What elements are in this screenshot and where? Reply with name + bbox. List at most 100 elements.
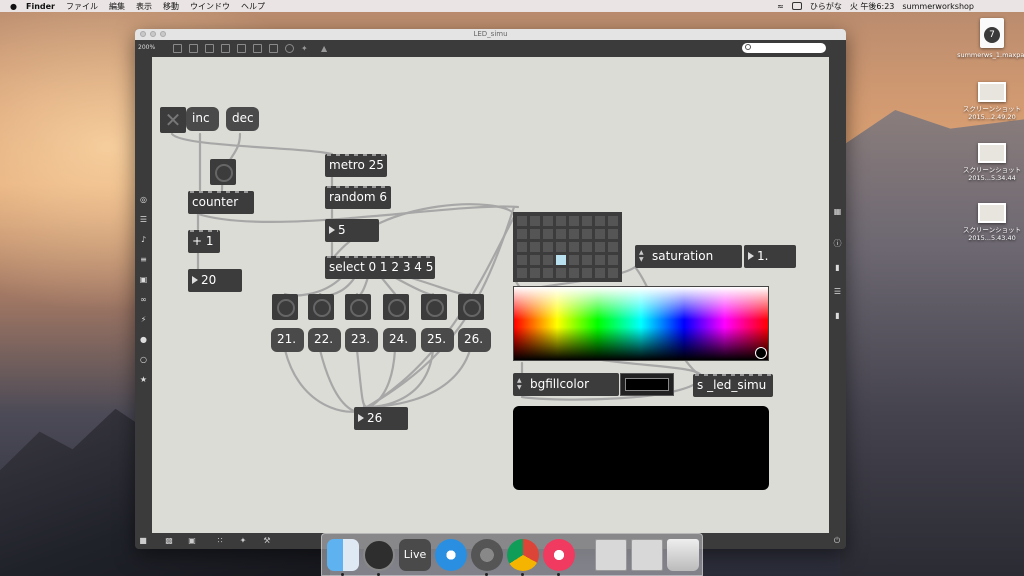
dec-message[interactable]: dec <box>226 107 259 131</box>
window-titlebar[interactable]: LED_simu <box>135 29 846 40</box>
apple-menu-icon[interactable]: ● <box>10 2 20 11</box>
grid-dots-icon[interactable]: ∷ <box>215 536 225 546</box>
lock-icon[interactable]: ■ <box>138 536 148 546</box>
wifi-icon[interactable]: ≈ <box>777 2 784 11</box>
value-message-0[interactable]: 21. <box>271 328 304 352</box>
menu-window[interactable]: ウインドウ <box>190 1 230 12</box>
reference-icon[interactable]: ▮ <box>833 311 842 320</box>
desktop-item-screenshot-1[interactable]: スクリーンショット 2015...2.49.20 <box>955 82 1024 121</box>
matrix-cell[interactable] <box>582 255 592 265</box>
result-number-box[interactable]: 26 <box>354 407 408 430</box>
matrix-cell[interactable] <box>556 216 566 226</box>
wrench-icon[interactable]: ⚒ <box>262 536 272 546</box>
trash-icon[interactable] <box>667 539 699 571</box>
matrix-cell[interactable] <box>543 242 553 252</box>
matrix-cell[interactable] <box>530 268 540 278</box>
bang-button-0[interactable] <box>272 294 298 320</box>
list-icon[interactable]: ☰ <box>139 215 148 224</box>
desktop-item-screenshot-2[interactable]: スクリーンショット 2015...5.34.44 <box>955 143 1024 182</box>
saturation-menu[interactable]: ▲ ▼ saturation <box>635 245 742 268</box>
led-matrix[interactable] <box>513 212 622 282</box>
star-icon[interactable]: ★ <box>139 375 148 384</box>
desktop-item-maxpat[interactable]: 7 summerws_1.maxpat <box>955 18 1024 59</box>
random-object[interactable]: random 6 <box>325 186 391 209</box>
clip-icon[interactable]: ∞ <box>139 295 148 304</box>
power-icon[interactable]: ⏻ <box>832 536 842 546</box>
bang-button-3[interactable] <box>383 294 409 320</box>
value-message-1[interactable]: 22. <box>308 328 341 352</box>
image-icon[interactable]: ▣ <box>139 275 148 284</box>
random-number-box[interactable]: 5 <box>325 219 379 242</box>
matrix-cell[interactable] <box>595 242 605 252</box>
matrix-cell[interactable] <box>608 268 618 278</box>
menu-view[interactable]: 表示 <box>136 1 152 12</box>
menu-help[interactable]: ヘルプ <box>241 1 265 12</box>
color-swatch[interactable] <box>513 286 769 361</box>
send-object[interactable]: s _led_simu <box>693 374 773 397</box>
value-message-4[interactable]: 25. <box>421 328 454 352</box>
presentation-icon[interactable] <box>173 44 182 53</box>
matrix-cell[interactable] <box>595 229 605 239</box>
debug-icon[interactable]: ✦ <box>301 44 310 53</box>
search-input[interactable] <box>742 43 826 53</box>
matrix-cell[interactable] <box>556 268 566 278</box>
max-app-icon[interactable] <box>363 539 395 571</box>
counter-object[interactable]: counter <box>188 191 254 214</box>
toggle-x[interactable]: ✕ <box>160 107 186 133</box>
add-icon[interactable] <box>221 44 230 53</box>
matrix-cell[interactable] <box>595 216 605 226</box>
itunes-icon[interactable] <box>543 539 575 571</box>
matrix-cell[interactable] <box>608 255 618 265</box>
grid-view-icon[interactable]: ▦ <box>833 207 842 216</box>
matrix-cell[interactable] <box>556 229 566 239</box>
input-method[interactable]: ひらがな <box>810 1 842 12</box>
matrix-cell[interactable] <box>556 255 566 265</box>
matrix-cell[interactable] <box>595 268 605 278</box>
matrix-cell[interactable] <box>608 216 618 226</box>
zoom-menu[interactable]: 200% <box>138 44 155 51</box>
sequence-icon[interactable]: ≡ <box>139 255 148 264</box>
bang-button-5[interactable] <box>458 294 484 320</box>
matrix-cell[interactable] <box>582 216 592 226</box>
matrix-cell[interactable] <box>530 216 540 226</box>
inspector-icon[interactable] <box>237 44 246 53</box>
counter-number-box[interactable]: 20 <box>188 269 242 292</box>
matrix-cell[interactable] <box>569 268 579 278</box>
matrix-cell[interactable] <box>517 216 527 226</box>
plug-icon[interactable]: ⚡ <box>139 315 148 324</box>
color-swatch-knob[interactable] <box>755 347 767 359</box>
matrix-cell[interactable] <box>582 268 592 278</box>
menu-clock[interactable]: 火 午後6:23 <box>850 1 895 12</box>
help-icon[interactable] <box>285 44 294 53</box>
bang-button-4[interactable] <box>421 294 447 320</box>
bang-button-2[interactable] <box>345 294 371 320</box>
bang-button[interactable] <box>210 159 236 185</box>
saturation-number-box[interactable]: 1. <box>744 245 796 268</box>
matrix-cell[interactable] <box>556 242 566 252</box>
music-icon[interactable]: ♪ <box>139 235 148 244</box>
menu-app-name[interactable]: Finder <box>26 2 55 11</box>
matrix-cell[interactable] <box>608 242 618 252</box>
matrix-cell[interactable] <box>582 242 592 252</box>
connect-icon[interactable]: ✦ <box>238 536 248 546</box>
matrix-cell[interactable] <box>582 229 592 239</box>
matrix-cell[interactable] <box>569 255 579 265</box>
matrix-cell[interactable] <box>543 255 553 265</box>
chrome-icon[interactable] <box>507 539 539 571</box>
new-message-icon[interactable] <box>205 44 214 53</box>
book-icon[interactable]: ▮ <box>833 263 842 272</box>
menu-edit[interactable]: 編集 <box>109 1 125 12</box>
matrix-cell[interactable] <box>543 268 553 278</box>
circle-icon[interactable]: ● <box>139 335 148 344</box>
info-icon[interactable]: ⓘ <box>833 239 842 248</box>
matrix-cell[interactable] <box>517 229 527 239</box>
matrix-cell[interactable] <box>530 229 540 239</box>
zoom-button[interactable] <box>160 31 166 37</box>
list-view-icon[interactable]: ☰ <box>833 287 842 296</box>
matrix-cell[interactable] <box>595 255 605 265</box>
plus-object[interactable]: + 1 <box>188 230 220 253</box>
documents-stack-icon[interactable] <box>631 539 663 571</box>
downloads-stack-icon[interactable] <box>595 539 627 571</box>
lock-toggle-icon[interactable]: ▲ <box>321 44 330 53</box>
matrix-cell[interactable] <box>543 229 553 239</box>
